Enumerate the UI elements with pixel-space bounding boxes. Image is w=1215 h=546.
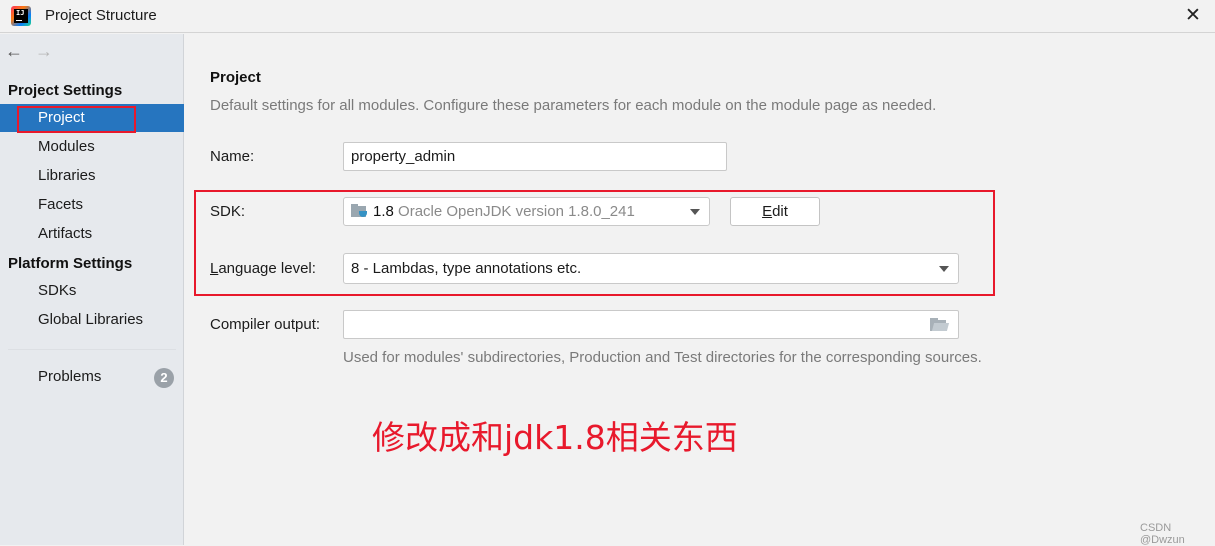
chevron-down-icon (939, 266, 949, 272)
sidebar: ← → Project Settings Project Modules Lib… (0, 34, 184, 545)
annotation-text: 修改成和jdk1.8相关东西 (372, 418, 738, 457)
close-icon[interactable]: ✕ (1183, 6, 1203, 26)
sdk-version: 1.8 (373, 203, 394, 220)
sidebar-item-label: Libraries (38, 167, 96, 184)
sidebar-item-modules[interactable]: Modules (0, 133, 184, 161)
sidebar-item-label: Problems (38, 368, 102, 385)
title-bar: IJ Project Structure ✕ (0, 0, 1215, 33)
sidebar-item-label: Artifacts (38, 225, 93, 242)
sdk-dropdown[interactable]: 1.8 Oracle OpenJDK version 1.8.0_241 (343, 197, 710, 226)
sidebar-item-libraries[interactable]: Libraries (0, 162, 184, 190)
section-heading-project-settings: Project Settings (8, 82, 123, 99)
chevron-down-icon (690, 209, 700, 215)
window-title: Project Structure (45, 7, 157, 24)
sidebar-item-problems[interactable]: Problems 2 (0, 363, 184, 391)
sidebar-item-artifacts[interactable]: Artifacts (0, 220, 184, 248)
sidebar-item-facets[interactable]: Facets (0, 191, 184, 219)
sidebar-item-sdks[interactable]: SDKs (0, 277, 184, 305)
compiler-output-input[interactable] (343, 310, 959, 339)
jdk-folder-icon (351, 204, 368, 217)
compiler-output-label: Compiler output: (210, 316, 321, 333)
watermark: CSDN @Dwzun (1140, 522, 1185, 546)
language-level-label: Language level: (210, 260, 316, 277)
section-heading-platform-settings: Platform Settings (8, 255, 133, 272)
browse-folder-icon[interactable] (930, 318, 950, 334)
name-label: Name: (210, 148, 255, 165)
edit-sdk-button[interactable]: Edit (730, 197, 820, 226)
sidebar-item-global-libraries[interactable]: Global Libraries (0, 306, 184, 334)
project-settings-panel: Project Default settings for all modules… (185, 34, 1215, 545)
language-level-dropdown[interactable]: 8 - Lambdas, type annotations etc. (343, 253, 959, 284)
page-title: Project (210, 69, 261, 86)
intellij-idea-icon: IJ (11, 6, 31, 26)
highlight-box (17, 106, 136, 133)
page-description: Default settings for all modules. Config… (210, 97, 937, 114)
problems-count-badge: 2 (154, 368, 174, 388)
sidebar-item-label: SDKs (38, 282, 77, 299)
language-level-value: 8 - Lambdas, type annotations etc. (351, 260, 582, 277)
sidebar-item-project[interactable]: Project (0, 104, 184, 133)
forward-arrow-icon[interactable]: → (35, 42, 53, 62)
sdk-label: SDK: (210, 203, 246, 220)
sidebar-divider (8, 349, 176, 350)
navigation-arrows: ← → (5, 42, 53, 62)
sidebar-item-label: Global Libraries (38, 311, 144, 328)
back-arrow-icon[interactable]: ← (5, 42, 23, 62)
sidebar-item-label: Facets (38, 196, 84, 213)
sdk-description: Oracle OpenJDK version 1.8.0_241 (398, 203, 635, 220)
project-name-input[interactable]: property_admin (343, 142, 727, 171)
compiler-output-hint: Used for modules' subdirectories, Produc… (343, 349, 982, 366)
sidebar-item-label: Modules (38, 138, 95, 155)
